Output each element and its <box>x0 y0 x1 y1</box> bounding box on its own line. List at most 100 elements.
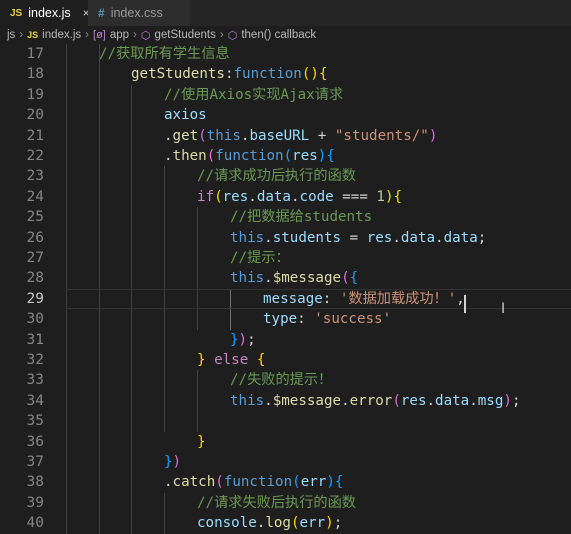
code-line[interactable]: 35 <box>0 411 571 431</box>
code-line[interactable]: 30 type: 'success' <box>0 309 571 329</box>
code-line[interactable]: 36} <box>0 432 571 452</box>
chevron-right-icon: › <box>219 29 224 41</box>
code-token: catch <box>172 474 216 491</box>
breadcrumb-symbol-callback[interactable]: then() callback <box>241 29 316 41</box>
line-number: 28 <box>26 270 44 287</box>
line-number: 18 <box>26 66 44 83</box>
code-editor[interactable]: 17//获取所有学生信息 18 getStudents:function(){19/… <box>0 44 571 534</box>
line-number: 32 <box>26 352 44 368</box>
code-token: ) <box>238 331 248 348</box>
code-line[interactable]: 39 //请求失败后执行的函数 <box>0 493 571 513</box>
breadcrumb: js › JS index.js › [ø] app › ⬡ getStuden… <box>0 26 571 44</box>
code-line[interactable]: 27 //提示： <box>0 248 571 268</box>
code-token: ) <box>384 188 394 205</box>
breadcrumb-file[interactable]: index.js <box>42 29 81 41</box>
code-token: ( <box>206 148 216 164</box>
code-text: }); <box>230 330 256 350</box>
code-line[interactable]: 18 getStudents:function(){ <box>0 64 571 84</box>
javascript-file-icon: JS <box>10 7 23 19</box>
code-token: message <box>263 290 323 307</box>
code-token: . <box>164 474 173 491</box>
code-token: === <box>333 188 377 205</box>
code-line[interactable]: 37}) <box>0 452 571 472</box>
code-line[interactable]: 32 } else { <box>0 350 571 370</box>
chevron-right-icon: › <box>85 29 90 41</box>
code-line[interactable]: 34 this.$message.error(res.data.msg); <box>0 391 571 411</box>
code-token: ( <box>215 474 224 491</box>
chevron-right-icon: › <box>19 29 24 41</box>
code-token: msg <box>477 392 504 409</box>
code-token: //失败的提示！ <box>230 372 333 389</box>
code-line[interactable]: 40 console.log(err); <box>0 513 571 533</box>
code-text: }) <box>164 452 181 472</box>
symbol-method-icon: ⬡ <box>140 29 151 42</box>
code-text: //失败的提示！ <box>230 370 332 390</box>
line-number: 24 <box>26 188 44 205</box>
code-token: { <box>326 148 335 164</box>
breadcrumb-symbol-method[interactable]: getStudents <box>155 29 216 41</box>
code-text: } else { <box>197 350 265 370</box>
line-number: 40 <box>26 515 44 532</box>
code-token: data <box>400 229 436 246</box>
code-text: //请求失败后执行的函数 <box>197 493 356 513</box>
code-line[interactable]: 17 //获取所有学生信息 <box>0 44 571 64</box>
code-text: this.$message({ <box>230 268 358 288</box>
code-token: . <box>164 127 173 144</box>
chevron-right-icon: › <box>133 29 137 41</box>
line-number: 36 <box>26 433 44 450</box>
code-token: res <box>400 392 427 409</box>
code-token: ) <box>172 454 182 470</box>
line-number: 27 <box>26 250 44 266</box>
code-text: //使用Axios实现Ajax请求 <box>164 85 343 105</box>
line-number: 31 <box>26 331 44 348</box>
line-number: 22 <box>26 148 44 164</box>
code-token: '数据加载成功！' <box>339 290 457 307</box>
line-number: 29 <box>26 290 44 307</box>
code-token: if <box>197 188 215 205</box>
code-text: type: 'success' <box>263 309 391 329</box>
line-number: 37 <box>26 454 44 470</box>
line-number: 25 <box>26 209 44 226</box>
code-token: get <box>172 127 199 144</box>
code-token: this <box>230 270 265 287</box>
code-token: . <box>164 148 173 164</box>
code-token: this <box>230 229 265 246</box>
code-token: data <box>443 229 478 246</box>
code-line[interactable]: 23 //请求成功后执行的函数 <box>0 166 571 186</box>
code-line[interactable]: 19 //使用Axios实现Ajax请求 <box>0 85 571 105</box>
breadcrumb-symbol-app[interactable]: app <box>110 29 129 41</box>
code-text: this.$message.error(res.data.msg); <box>230 391 520 411</box>
tab-index-css[interactable]: # index.css <box>88 0 190 26</box>
code-token: . <box>426 392 436 409</box>
code-line[interactable]: 24 if(res.data.code === 1){ <box>0 187 571 207</box>
line-number: 38 <box>26 474 44 491</box>
mouse-ibeam-icon <box>501 301 505 317</box>
code-token: . <box>435 229 444 246</box>
code-token: 1 <box>376 188 385 205</box>
line-number: 35 <box>26 413 44 430</box>
code-line[interactable]: 25 //把数据给students <box>0 207 571 227</box>
code-line[interactable]: 29 message: '数据加载成功！', <box>0 288 571 310</box>
code-line[interactable]: 33 //失败的提示！ <box>0 370 571 390</box>
code-line[interactable]: 31}); <box>0 330 571 350</box>
code-line[interactable]: 20 axios <box>0 105 571 125</box>
code-token: { <box>334 474 344 491</box>
code-token: error <box>349 392 393 409</box>
code-line[interactable]: 38 .catch(function(err){ <box>0 472 571 492</box>
code-line[interactable]: 26 this.students = res.data.data; <box>0 228 571 248</box>
tab-label: index.css <box>110 6 163 20</box>
tab-index-js[interactable]: JS index.js × <box>0 0 90 26</box>
symbol-variable-icon: [ø] <box>93 29 106 41</box>
code-token: $message <box>272 270 342 287</box>
code-token: { <box>318 66 328 83</box>
code-token: code <box>299 188 334 205</box>
code-line[interactable]: 28 this.$message({ <box>0 268 571 288</box>
code-line[interactable]: 22 .then(function(res){ <box>0 146 571 166</box>
code-line[interactable]: 21 .get(this.baseURL + "students/") <box>0 126 571 146</box>
code-token: ( <box>283 148 293 164</box>
code-token: ) <box>326 474 335 491</box>
breadcrumb-folder[interactable]: js <box>7 29 15 41</box>
code-token: . <box>392 229 401 246</box>
code-text: console.log(err); <box>197 513 342 533</box>
code-token: //把数据给students <box>230 209 373 226</box>
